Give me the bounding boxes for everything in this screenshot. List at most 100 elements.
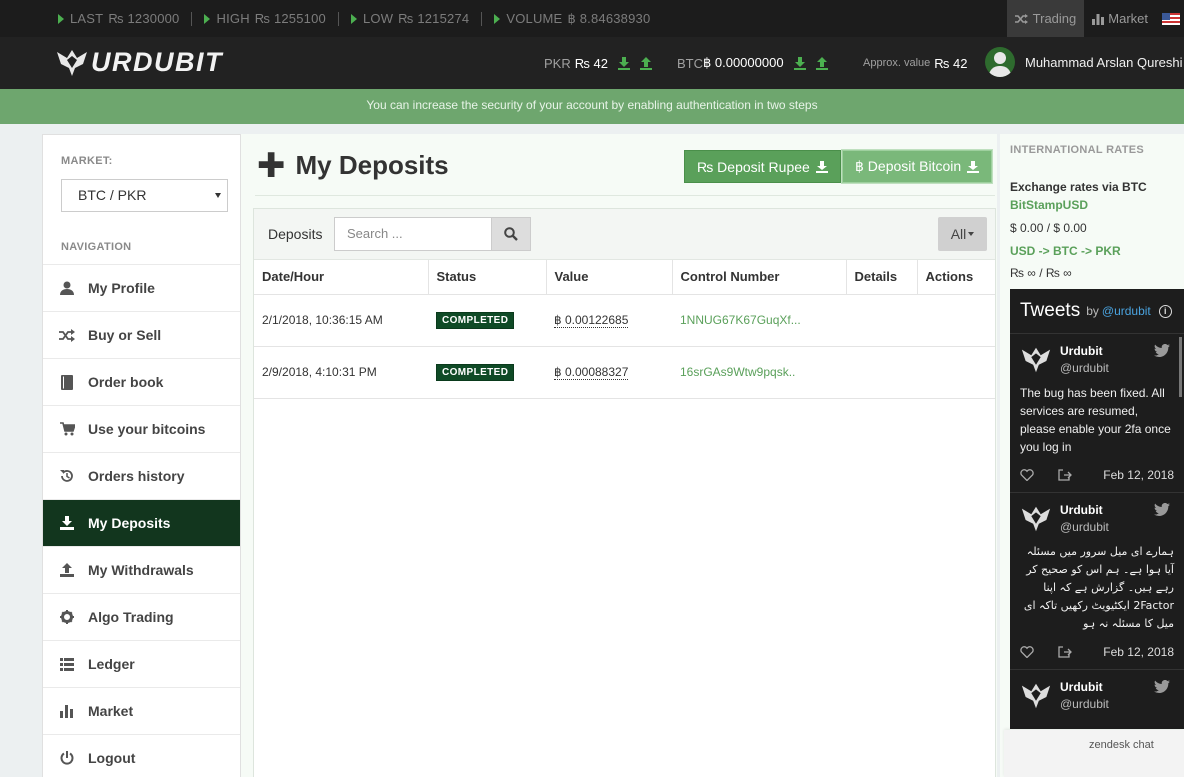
- caret-down-icon: [215, 193, 221, 198]
- cell-value: ฿ 0.00122685: [546, 294, 672, 347]
- upload-icon[interactable]: [639, 56, 652, 70]
- nav-item-buy-or-sell[interactable]: Buy or Sell: [43, 311, 240, 358]
- table-row: 2/1/2018, 10:36:15 AM COMPLETED ฿ 0.0012…: [254, 294, 995, 347]
- column-header-details[interactable]: Details: [846, 260, 918, 295]
- book-icon: [59, 374, 75, 390]
- cell-value: ฿ 0.00088327: [546, 346, 672, 399]
- column-header-actions[interactable]: Actions: [917, 260, 995, 295]
- cell-date: 2/1/2018, 10:36:15 AM: [254, 294, 428, 347]
- usd-rate-values: $ 0.00 / $ 0.00: [1010, 221, 1087, 235]
- page-title-text: My Deposits: [295, 150, 449, 180]
- tweet[interactable]: Urdubit @urdubit ہمارے ای میل سرور میں م…: [1010, 492, 1184, 669]
- ticker-value: ₨ 1230000: [108, 11, 180, 26]
- upload-icon[interactable]: [815, 56, 828, 70]
- column-header-date[interactable]: Date/Hour: [254, 260, 429, 295]
- tweet-text: The bug has been fixed. All services are…: [1020, 386, 1171, 454]
- security-alert[interactable]: You can increase the security of your ac…: [0, 89, 1184, 124]
- by-label: by: [1086, 304, 1099, 318]
- tweet-date[interactable]: Feb 12, 2018: [1103, 645, 1174, 659]
- ticker-label: LOW: [362, 11, 394, 26]
- logo[interactable]: URDUBIT: [55, 47, 223, 78]
- nav-item-my-profile[interactable]: My Profile: [43, 264, 240, 311]
- column-header-control-number[interactable]: Control Number: [672, 260, 847, 295]
- us-flag-icon[interactable]: [1162, 12, 1180, 25]
- zendesk-chat-button[interactable]: zendesk chat: [1004, 730, 1184, 777]
- tweets-title: Tweets: [1020, 300, 1081, 321]
- deposit-bitcoin-button[interactable]: ฿ Deposit Bitcoin: [842, 150, 993, 183]
- sidebar: MARKET: BTC / PKR NAVIGATION My Profile …: [42, 134, 241, 777]
- tweets-by: by @urdubit: [1086, 304, 1151, 318]
- tweet[interactable]: Urdubit @urdubit: [1010, 669, 1184, 721]
- nav-menu: My Profile Buy or Sell Order book Use yo…: [43, 264, 240, 777]
- twitter-bird-icon: [1154, 344, 1170, 357]
- nav-item-market[interactable]: Market: [43, 687, 240, 734]
- heart-icon[interactable]: [1020, 646, 1034, 658]
- nav-item-use-your-bitcoins[interactable]: Use your bitcoins: [43, 405, 240, 452]
- cell-control-number: 1NNUG67K67GuqXf...: [672, 294, 846, 347]
- control-number-link[interactable]: 1NNUG67K67GuqXf...: [680, 313, 801, 327]
- twitter-widget-header: Tweets by @urdubit i: [1010, 289, 1184, 333]
- tweet[interactable]: Urdubit @urdubit The bug has been fixed.…: [1010, 333, 1184, 492]
- deposit-rupee-button[interactable]: ₨ Deposit Rupee: [684, 150, 841, 183]
- cell-date: 2/9/2018, 4:10:31 PM: [254, 346, 428, 399]
- rates-column: INTERNATIONAL RATES Exchange rates via B…: [1000, 134, 1184, 777]
- nav-item-my-withdrawals[interactable]: My Withdrawals: [43, 546, 240, 593]
- nav-item-orders-history[interactable]: Orders history: [43, 452, 240, 499]
- alert-text: You can increase the security of your ac…: [366, 98, 818, 112]
- cell-actions: [917, 294, 995, 347]
- download-icon[interactable]: [793, 56, 806, 70]
- search-input[interactable]: Search ...: [334, 217, 492, 251]
- twitter-handle-link[interactable]: @urdubit: [1102, 304, 1151, 318]
- eagle-logo-icon: [1021, 683, 1051, 709]
- triangle-icon: [204, 13, 211, 24]
- rate-source: BitStampUSD: [1010, 198, 1089, 212]
- control-number-link[interactable]: 16srGAs9Wtw9pqsk..: [680, 365, 795, 379]
- column-header-value[interactable]: Value: [546, 260, 673, 295]
- filter-label: All: [950, 226, 967, 242]
- trading-link[interactable]: Trading: [1006, 0, 1085, 37]
- column-header-status[interactable]: Status: [428, 260, 547, 295]
- pkr-balance: PKR ₨ 42: [544, 37, 652, 89]
- panel-header: Deposits Search ... All: [254, 209, 995, 260]
- nav-item-algo-trading[interactable]: Algo Trading: [43, 593, 240, 640]
- value-amount[interactable]: ฿ 0.00122685: [554, 313, 629, 328]
- nav-item-ledger[interactable]: Ledger: [43, 640, 240, 687]
- divider: [337, 11, 339, 26]
- zendesk-label: zendesk chat: [1089, 739, 1154, 751]
- tweet-footer: Feb 12, 2018: [1020, 645, 1174, 659]
- nav-item-my-deposits[interactable]: My Deposits: [43, 499, 240, 546]
- tweet-handle[interactable]: @urdubit: [1060, 520, 1174, 534]
- tweet-handle[interactable]: @urdubit: [1060, 361, 1174, 375]
- info-icon[interactable]: i: [1158, 304, 1172, 318]
- cell-actions: [917, 346, 995, 399]
- share-icon[interactable]: [1058, 646, 1072, 658]
- market-select-value: BTC / PKR: [78, 187, 147, 203]
- user-menu[interactable]: Muhammad Arslan Qureshi: [985, 47, 1183, 77]
- exchange-rates-title: Exchange rates via BTC: [1010, 180, 1147, 194]
- ticker-label: VOLUME: [506, 11, 563, 26]
- search-button[interactable]: [491, 217, 531, 251]
- nav-item-order-book[interactable]: Order book: [43, 358, 240, 405]
- avatar: [985, 47, 1015, 77]
- trading-label: Trading: [1032, 11, 1077, 26]
- nav-item-label: Ledger: [88, 656, 135, 672]
- market-select[interactable]: BTC / PKR: [61, 179, 228, 212]
- shuffle-icon: [1014, 13, 1028, 24]
- twitter-bird-icon: [1154, 680, 1170, 693]
- eagle-logo-icon: [57, 49, 87, 76]
- filter-dropdown[interactable]: All: [938, 217, 987, 251]
- download-icon[interactable]: [617, 56, 630, 70]
- heart-icon[interactable]: [1020, 469, 1034, 481]
- download-icon: [967, 160, 980, 173]
- market-link[interactable]: Market: [1084, 0, 1156, 37]
- approx-amount: ₨ 42: [934, 55, 968, 71]
- deposit-bitcoin-label: ฿ Deposit Bitcoin: [855, 158, 962, 174]
- value-amount[interactable]: ฿ 0.00088327: [554, 365, 629, 380]
- approx-value: Approx. value ₨ 42: [863, 37, 967, 89]
- nav-item-logout[interactable]: Logout: [43, 734, 240, 777]
- logo-text: URDUBIT: [91, 47, 223, 77]
- tweet-date[interactable]: Feb 12, 2018: [1103, 468, 1174, 482]
- deposit-rupee-label: ₨ Deposit Rupee: [697, 158, 810, 175]
- share-icon[interactable]: [1058, 469, 1072, 481]
- tweet-handle[interactable]: @urdubit: [1060, 697, 1174, 711]
